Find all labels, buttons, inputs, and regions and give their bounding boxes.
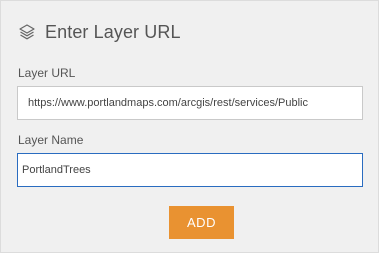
layer-name-label: Layer Name [18, 133, 84, 147]
layer-url-input[interactable] [17, 86, 363, 120]
layer-url-label: Layer URL [18, 66, 76, 80]
layer-name-input[interactable] [17, 153, 363, 187]
panel-header: Enter Layer URL [18, 19, 181, 45]
add-layer-panel: Enter Layer URL Layer URL Layer Name ADD [0, 0, 379, 253]
layers-icon [18, 23, 36, 41]
add-button[interactable]: ADD [169, 206, 234, 239]
panel-title: Enter Layer URL [45, 21, 181, 42]
